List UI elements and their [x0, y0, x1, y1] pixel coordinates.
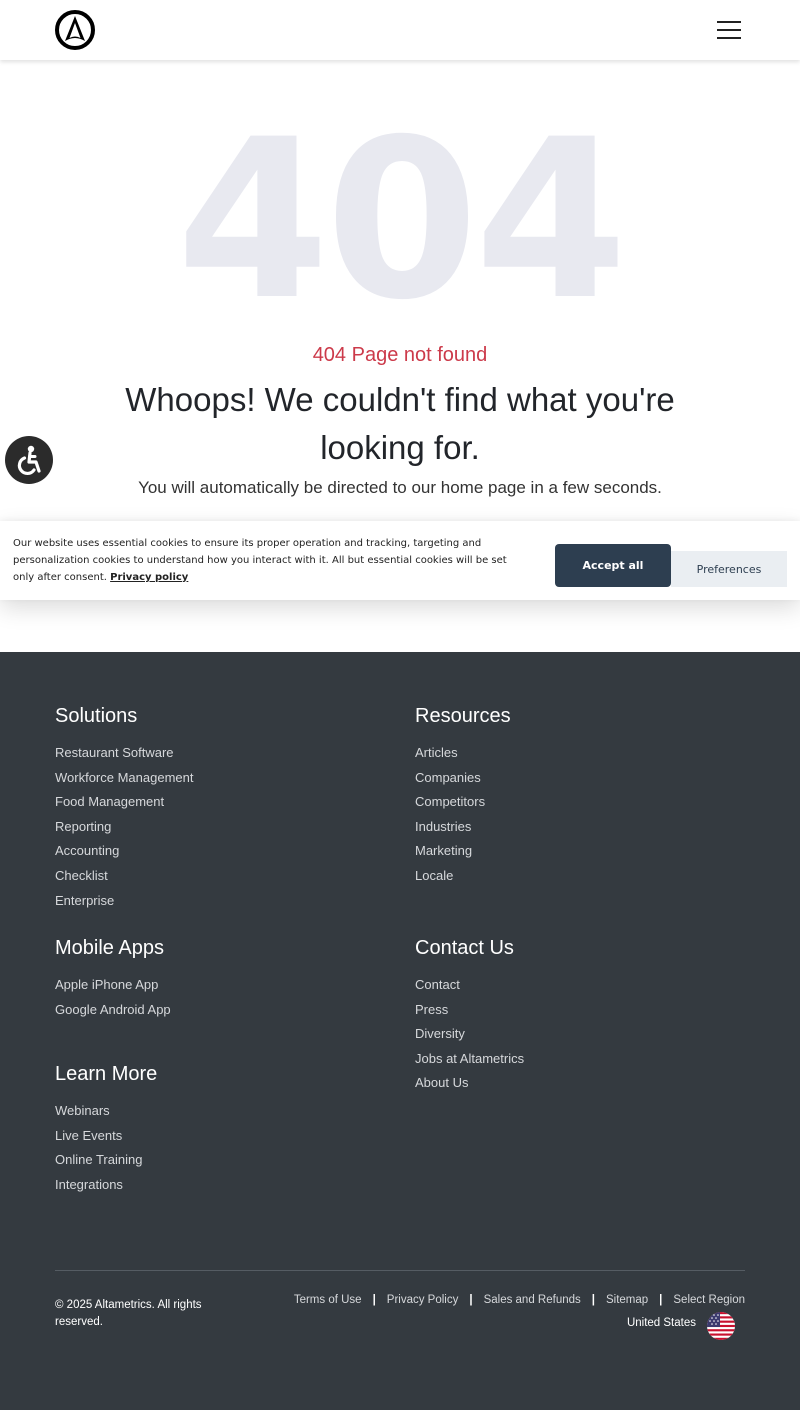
- footer-heading-resources: Resources: [415, 705, 511, 727]
- error-subtitle: 404 Page not found: [312, 344, 488, 366]
- footer-link[interactable]: Jobs at Altametrics: [415, 1047, 745, 1072]
- footer-link[interactable]: Diversity: [415, 1022, 745, 1047]
- region-selector[interactable]: United States: [560, 1312, 745, 1340]
- select-region-link[interactable]: Select Region: [673, 1294, 745, 1306]
- footer-heading-learn-more: Learn More: [55, 1063, 158, 1085]
- footer-link[interactable]: Apple iPhone App: [55, 973, 385, 998]
- privacy-policy-link[interactable]: Privacy policy: [110, 572, 188, 583]
- cookie-message: Our website uses essential cookies to en…: [13, 535, 513, 586]
- accessibility-button[interactable]: [5, 436, 53, 484]
- footer-link[interactable]: Industries: [415, 815, 745, 840]
- footer-link[interactable]: Articles: [415, 741, 745, 766]
- footer-link[interactable]: Enterprise: [55, 889, 385, 914]
- footer-heading-mobile-apps: Mobile Apps: [55, 937, 164, 959]
- footer-link[interactable]: Accounting: [55, 839, 385, 864]
- us-flag-icon: [707, 1312, 735, 1340]
- redirect-notice: You will automatically be directed to ou…: [138, 478, 662, 497]
- wheelchair-accessibility-icon: [17, 445, 41, 476]
- footer-link[interactable]: Integrations: [55, 1173, 385, 1198]
- footer-link[interactable]: Live Events: [55, 1124, 385, 1149]
- footer-link[interactable]: Marketing: [415, 839, 745, 864]
- privacy-policy-footer-link[interactable]: Privacy Policy: [387, 1294, 459, 1306]
- footer-divider: [55, 1270, 745, 1271]
- link-separator: |: [591, 1294, 595, 1306]
- site-footer: Solutions Restaurant Software Workforce …: [0, 652, 800, 1410]
- footer-link[interactable]: Google Android App: [55, 998, 385, 1023]
- link-separator: |: [469, 1294, 473, 1306]
- link-separator: |: [659, 1294, 663, 1306]
- footer-link[interactable]: Webinars: [55, 1099, 385, 1124]
- page-title: Whoops! We couldn't find what you're loo…: [125, 381, 675, 466]
- error-code-watermark: 404: [176, 92, 627, 348]
- cookie-text: Our website uses essential cookies to en…: [13, 538, 507, 583]
- footer-solutions: Solutions Restaurant Software Workforce …: [55, 704, 385, 913]
- altametrics-logo-icon[interactable]: [55, 10, 95, 50]
- hamburger-menu-icon[interactable]: [712, 14, 746, 46]
- footer-heading-contact: Contact Us: [415, 937, 514, 959]
- accept-all-button[interactable]: Accept all: [555, 544, 671, 587]
- terms-of-use-link[interactable]: Terms of Use: [294, 1294, 362, 1306]
- footer-link[interactable]: Press: [415, 998, 745, 1023]
- cookie-banner: Our website uses essential cookies to en…: [0, 521, 800, 600]
- footer-link[interactable]: Restaurant Software: [55, 741, 385, 766]
- footer-link[interactable]: Online Training: [55, 1148, 385, 1173]
- site-header: [0, 0, 800, 60]
- footer-link[interactable]: Locale: [415, 864, 745, 889]
- footer-link[interactable]: Contact: [415, 973, 745, 998]
- legal-links: Terms of Use | Privacy Policy | Sales and Re…: [240, 1292, 745, 1308]
- footer-link[interactable]: Checklist: [55, 864, 385, 889]
- footer-link[interactable]: Competitors: [415, 790, 745, 815]
- footer-link[interactable]: Food Management: [55, 790, 385, 815]
- link-separator: |: [372, 1294, 376, 1306]
- sitemap-link[interactable]: Sitemap: [606, 1294, 648, 1306]
- footer-learn-more: Learn More Webinars Live Events Online T…: [55, 1062, 385, 1197]
- country-label: United States: [626, 1317, 696, 1329]
- sales-and-refunds-link[interactable]: Sales and Refunds: [484, 1294, 581, 1306]
- footer-link[interactable]: About Us: [415, 1071, 745, 1096]
- footer-link[interactable]: Companies: [415, 766, 745, 791]
- footer-resources: Resources Articles Companies Competitors…: [415, 704, 745, 889]
- footer-link[interactable]: Reporting: [55, 815, 385, 840]
- footer-heading-solutions: Solutions: [55, 705, 138, 727]
- footer-contact: Contact Us Contact Press Diversity Jobs …: [415, 936, 745, 1096]
- footer-link[interactable]: Workforce Management: [55, 766, 385, 791]
- preferences-button[interactable]: Preferences: [671, 551, 787, 587]
- copyright-notice: © 2025 Altametrics. All rights reserved.: [55, 1299, 202, 1328]
- footer-mobile-apps: Mobile Apps Apple iPhone App Google Andr…: [55, 936, 385, 1022]
